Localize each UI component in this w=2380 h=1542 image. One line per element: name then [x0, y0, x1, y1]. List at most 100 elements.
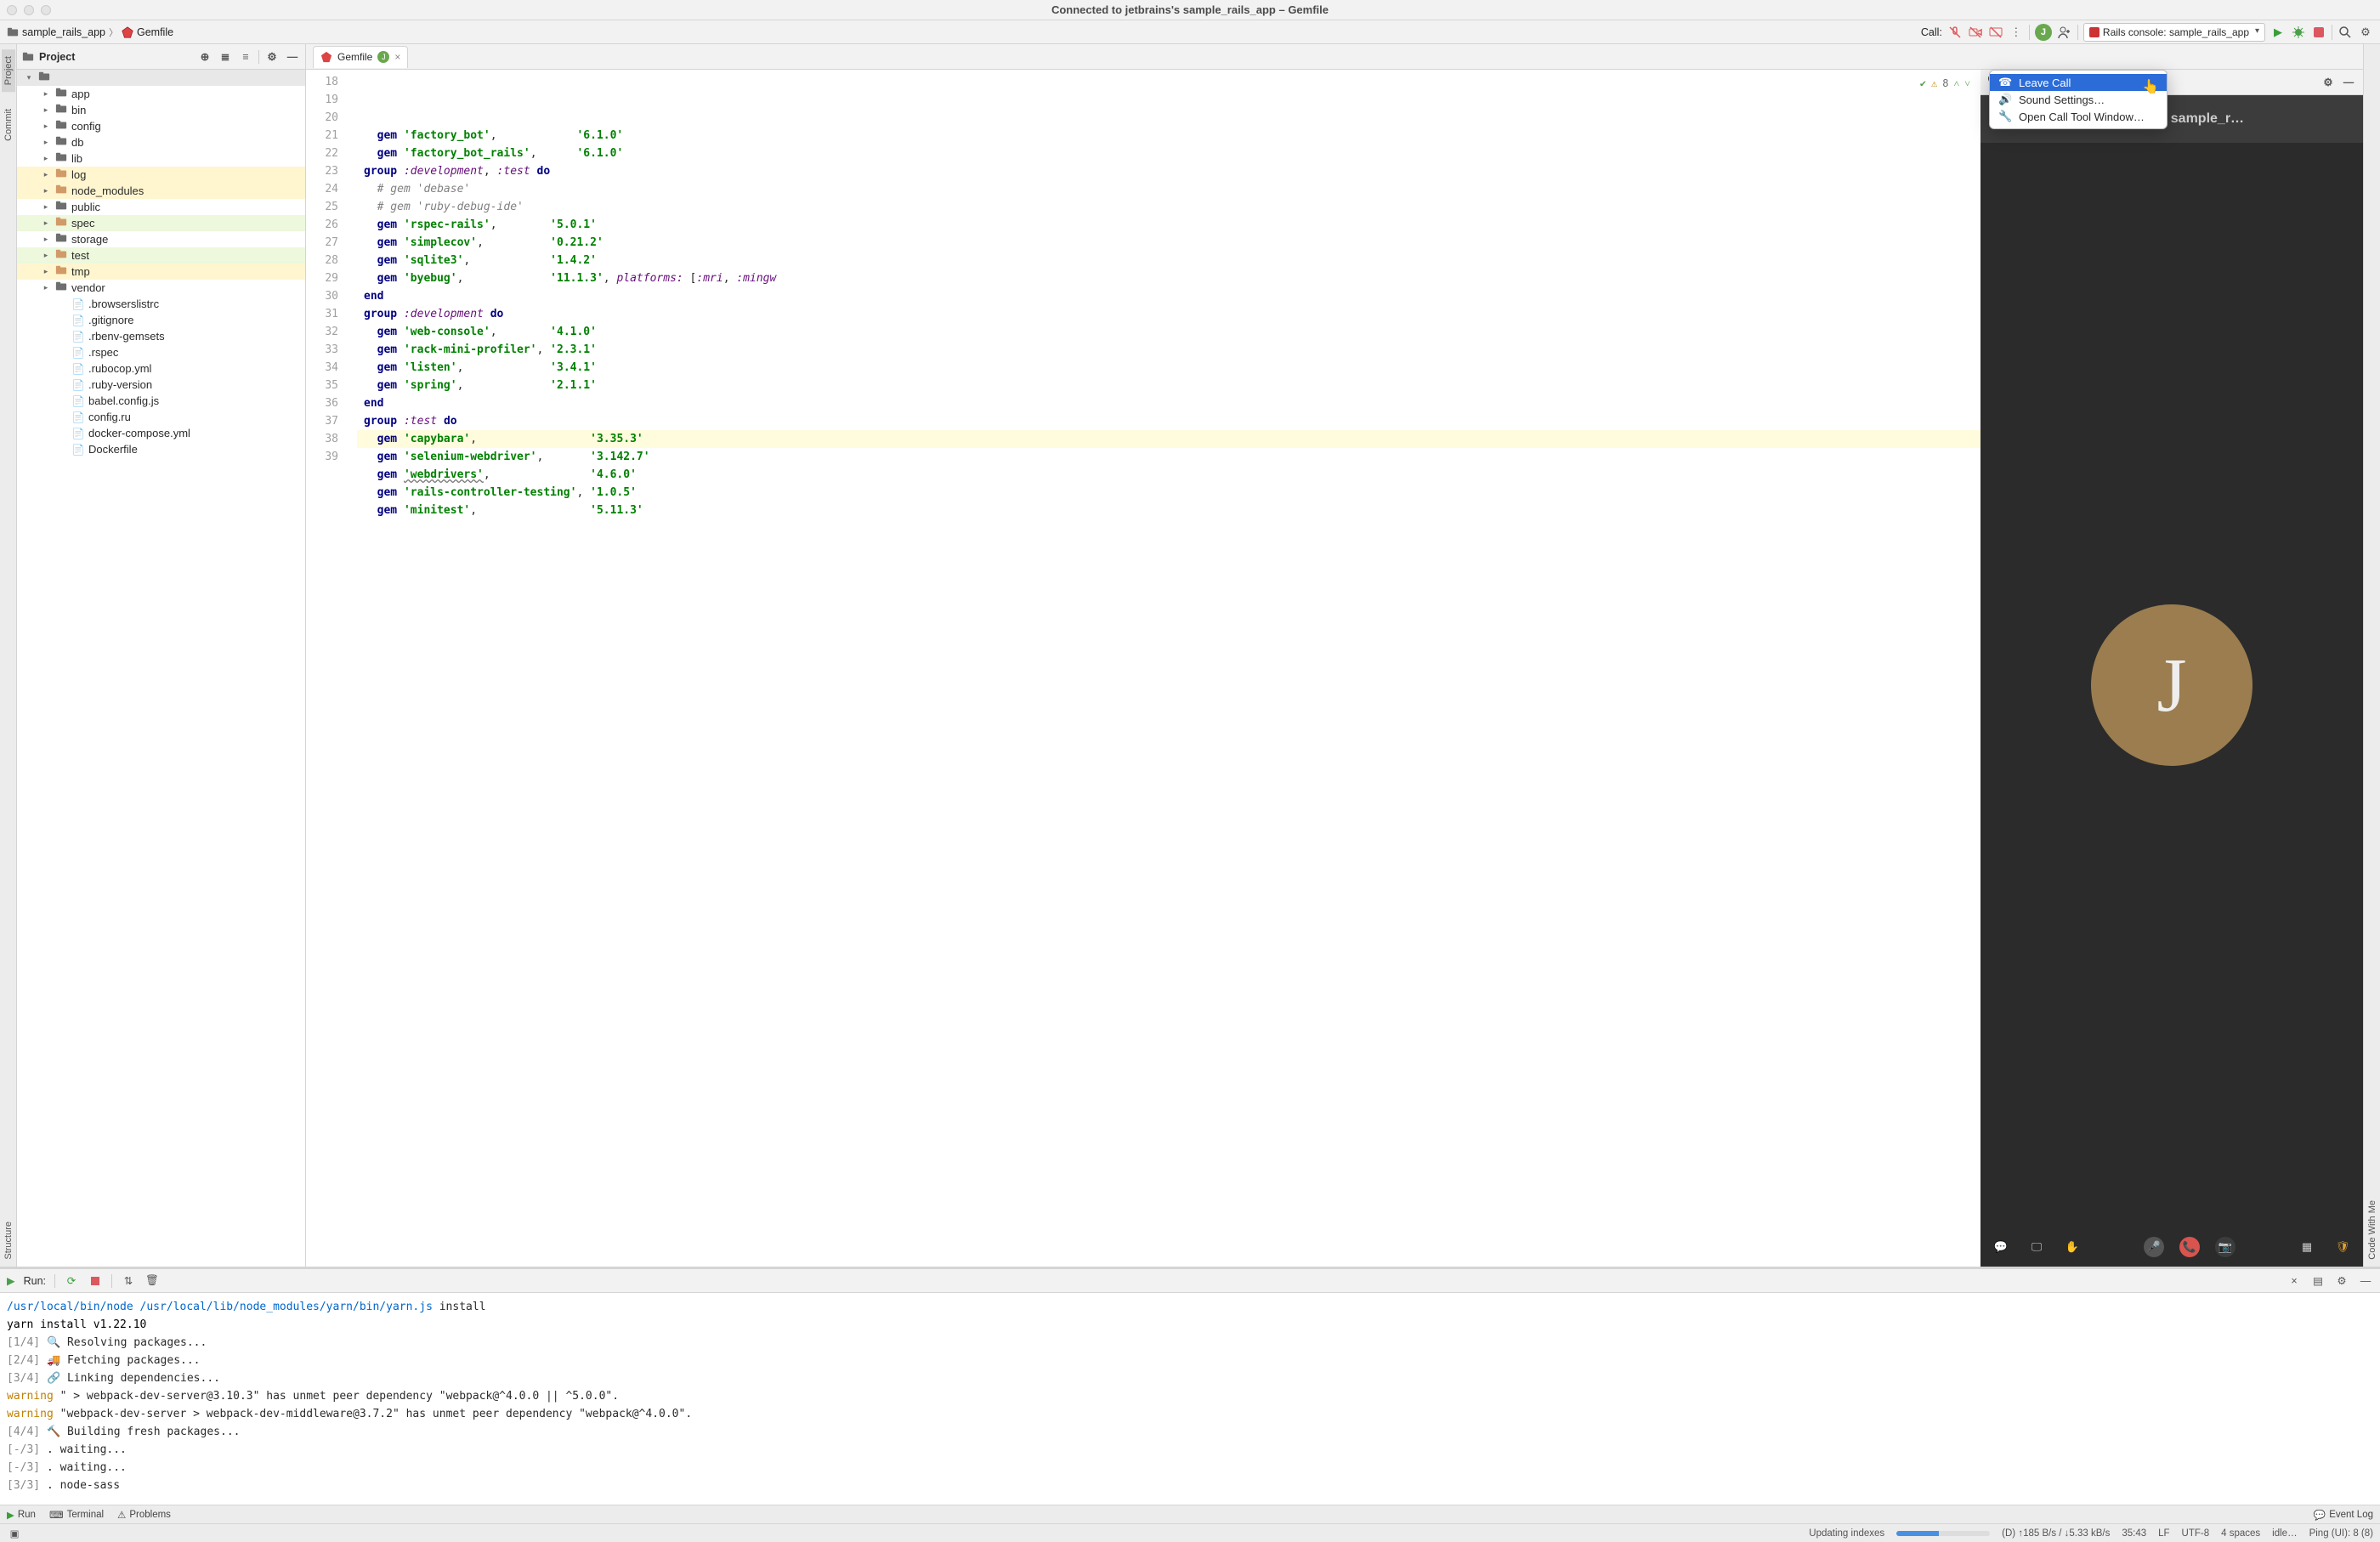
collapse-all-icon[interactable]: ≡: [238, 49, 253, 65]
call-label: Call:: [1921, 26, 1942, 38]
rails-icon: [2089, 27, 2100, 37]
grid-icon[interactable]: ▦: [2297, 1237, 2317, 1257]
breadcrumb-file[interactable]: Gemfile: [137, 26, 173, 38]
tree-folder[interactable]: ▸bin: [17, 102, 305, 118]
chat-icon[interactable]: 💬: [1991, 1237, 2011, 1257]
raise-hand-icon[interactable]: ✋: [2062, 1237, 2082, 1257]
hide-icon[interactable]: —: [2341, 75, 2356, 90]
gear-icon[interactable]: ⚙: [264, 49, 280, 65]
rerun-icon[interactable]: ⟳: [64, 1273, 79, 1289]
traffic-close[interactable]: [7, 5, 17, 15]
line-gutter[interactable]: 1819202122232425262728293031323334353637…: [306, 70, 347, 1267]
tree-folder[interactable]: ▸config: [17, 118, 305, 134]
tree-folder[interactable]: ▸vendor: [17, 280, 305, 296]
run-console[interactable]: /usr/local/bin/node /usr/local/lib/node_…: [0, 1293, 2380, 1505]
tree-file[interactable]: 📄.gitignore: [17, 312, 305, 328]
gear-icon[interactable]: ⚙: [2320, 75, 2336, 90]
tree-folder[interactable]: ▸spec: [17, 215, 305, 231]
mic-toggle-icon[interactable]: 🎤: [2144, 1237, 2164, 1257]
close-tab-icon[interactable]: ×: [394, 51, 400, 63]
stripe-tab-structure[interactable]: Structure: [2, 1215, 15, 1267]
call-context-menu: ☎Leave Call🔊Sound Settings…🔧Open Call To…: [1989, 70, 2168, 129]
tree-folder[interactable]: ▸lib: [17, 150, 305, 167]
status-icon[interactable]: ▣: [7, 1526, 22, 1541]
expand-all-icon[interactable]: ≣: [218, 49, 233, 65]
tree-file[interactable]: 📄.ruby-version: [17, 377, 305, 393]
cam-toggle-icon[interactable]: 📷: [2215, 1237, 2236, 1257]
status-le[interactable]: LF: [2158, 1528, 2169, 1539]
filter-icon[interactable]: ⇅: [121, 1273, 136, 1289]
voice-call-panel: 📞 Voice Call J ⚙ — ☎Leave Call🔊Sound Set…: [1980, 70, 2363, 1267]
tab-terminal[interactable]: ⌨Terminal: [49, 1509, 104, 1521]
stop-run-icon[interactable]: [88, 1273, 103, 1289]
window-title: Connected to jetbrains's sample_rails_ap…: [0, 3, 2380, 16]
run-icon[interactable]: ▶: [2270, 25, 2286, 40]
hangup-icon[interactable]: 📞: [2179, 1237, 2200, 1257]
add-user-icon[interactable]: [2057, 25, 2072, 40]
run-config-selector[interactable]: Rails console: sample_rails_app: [2083, 23, 2265, 42]
status-updating: Updating indexes: [1809, 1528, 1884, 1539]
tree-file[interactable]: 📄config.ru: [17, 409, 305, 425]
code-editor[interactable]: ✔ ⚠ 8 ˄˅ gem 'factory_bot', '6.1.0' gem …: [357, 70, 1980, 1267]
screen-icon[interactable]: 🖵: [2026, 1237, 2047, 1257]
tree-file[interactable]: 📄babel.config.js: [17, 393, 305, 409]
tree-file[interactable]: 📄docker-compose.yml: [17, 425, 305, 441]
tree-file[interactable]: ▾: [17, 70, 305, 86]
tree-file[interactable]: 📄Dockerfile: [17, 441, 305, 457]
tab-problems[interactable]: ⚠Problems: [117, 1509, 171, 1521]
menu-item[interactable]: ☎Leave Call: [1990, 74, 2167, 91]
trash-icon[interactable]: 🗑: [144, 1273, 160, 1289]
screen-off-icon[interactable]: [1988, 25, 2003, 40]
tree-folder[interactable]: ▸app: [17, 86, 305, 102]
editor-tabs: Gemfile J ×: [306, 44, 2363, 70]
user-avatar[interactable]: J: [2035, 24, 2052, 41]
tab-event-log[interactable]: 💬Event Log: [2314, 1509, 2373, 1521]
gear-icon[interactable]: ⚙: [2334, 1273, 2349, 1289]
tab-run[interactable]: ▶Run: [7, 1509, 36, 1521]
inspections-widget[interactable]: ✔ ⚠ 8 ˄˅: [1920, 75, 1970, 93]
fold-gutter[interactable]: [347, 70, 357, 1267]
stop-icon[interactable]: [2311, 25, 2326, 40]
status-bar: ▣ Updating indexes (D) ↑185 B/s / ↓5.33 …: [0, 1523, 2380, 1542]
participant-avatar: J: [2091, 604, 2252, 766]
menu-item[interactable]: 🔧Open Call Tool Window…: [1990, 108, 2167, 125]
project-tree[interactable]: ▾▸app▸bin▸config▸db▸lib▸log▸node_modules…: [17, 70, 305, 1267]
locate-icon[interactable]: ⊕: [197, 49, 212, 65]
cam-off-icon[interactable]: [1968, 25, 1983, 40]
tree-file[interactable]: 📄.browserslistrc: [17, 296, 305, 312]
folder-icon: [22, 51, 34, 63]
menu-item[interactable]: 🔊Sound Settings…: [1990, 91, 2167, 108]
tree-folder[interactable]: ▸test: [17, 247, 305, 264]
layout-icon[interactable]: ▤: [2310, 1273, 2326, 1289]
tree-folder[interactable]: ▸storage: [17, 231, 305, 247]
tree-folder[interactable]: ▸db: [17, 134, 305, 150]
traffic-min[interactable]: [24, 5, 34, 15]
hide-icon[interactable]: —: [285, 49, 300, 65]
more-icon[interactable]: ⋮: [2009, 25, 2024, 40]
stripe-tab-commit[interactable]: Commit: [2, 102, 15, 148]
settings-icon[interactable]: ⚙: [2358, 25, 2373, 40]
breadcrumb-project[interactable]: sample_rails_app: [22, 26, 105, 38]
left-stripe: Project Commit Structure: [0, 44, 17, 1267]
tree-folder[interactable]: ▸tmp: [17, 264, 305, 280]
status-enc[interactable]: UTF-8: [2182, 1528, 2210, 1539]
tree-folder[interactable]: ▸public: [17, 199, 305, 215]
stripe-tab-codewithme[interactable]: Code With Me: [2366, 1193, 2379, 1267]
debug-icon[interactable]: [2291, 25, 2306, 40]
mic-off-icon[interactable]: [1947, 25, 1963, 40]
tree-folder[interactable]: ▸node_modules: [17, 183, 305, 199]
breadcrumb: sample_rails_app 〉 Gemfile: [7, 26, 173, 39]
search-icon[interactable]: [2338, 25, 2353, 40]
tree-file[interactable]: 📄.rbenv-gemsets: [17, 328, 305, 344]
tree-folder[interactable]: ▸log: [17, 167, 305, 183]
tree-file[interactable]: 📄.rubocop.yml: [17, 360, 305, 377]
hide-icon[interactable]: —: [2358, 1273, 2373, 1289]
stripe-tab-project[interactable]: Project: [2, 49, 15, 92]
close-run-icon[interactable]: ×: [2286, 1273, 2302, 1289]
tree-file[interactable]: 📄.rspec: [17, 344, 305, 360]
status-pos[interactable]: 35:43: [2122, 1528, 2146, 1539]
shield-icon[interactable]: 🛡: [2332, 1237, 2353, 1257]
editor-tab-gemfile[interactable]: Gemfile J ×: [313, 46, 408, 68]
traffic-max[interactable]: [41, 5, 51, 15]
status-indent[interactable]: 4 spaces: [2221, 1528, 2260, 1539]
